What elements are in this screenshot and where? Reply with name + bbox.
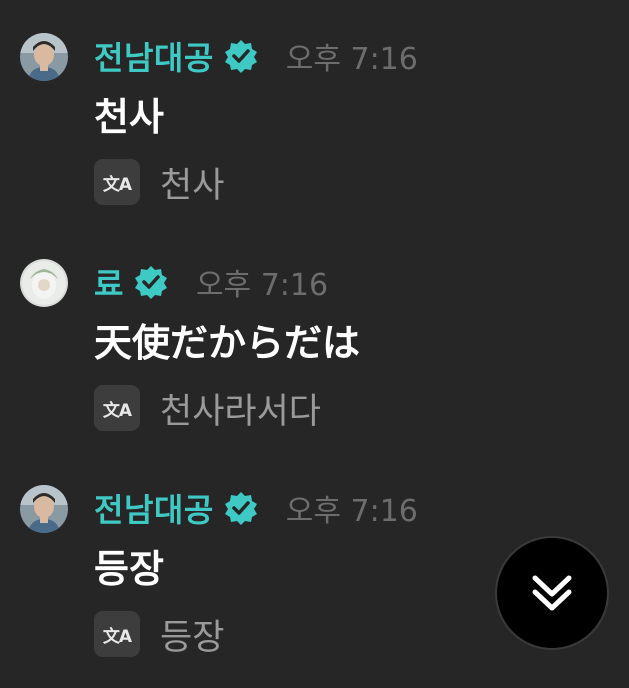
verified-badge-icon: [134, 265, 168, 299]
timestamp: 오후 7:16: [285, 494, 418, 529]
avatar[interactable]: [20, 33, 68, 81]
translate-icon[interactable]: 文A: [94, 611, 140, 657]
profile-photo-icon: [20, 259, 68, 307]
username[interactable]: 전남대공: [94, 33, 214, 79]
verified-badge-icon: [224, 491, 258, 525]
timestamp: 오후 7:16: [195, 268, 329, 303]
avatar[interactable]: [20, 485, 68, 533]
message-text: 천사: [94, 95, 164, 139]
translated-text: 천사라서다: [160, 391, 322, 432]
translation-row: 文A 천사: [94, 159, 224, 206]
username[interactable]: 전남대공: [94, 485, 214, 531]
avatar[interactable]: [20, 259, 68, 307]
translate-icon[interactable]: 文A: [94, 159, 140, 205]
translation-row: 文A 등장: [94, 611, 224, 658]
translated-text: 등장: [160, 617, 225, 658]
chat-message: 료 오후 7:16 天使だからだは 文A 천사라서다: [0, 226, 629, 446]
username[interactable]: 료: [94, 259, 124, 305]
message-text: 天使だからだは: [94, 321, 361, 365]
translated-text: 천사: [160, 165, 225, 206]
verified-badge-icon: [224, 39, 258, 73]
scroll-to-bottom-button[interactable]: [495, 536, 609, 650]
double-chevron-down-icon: [532, 575, 572, 611]
translation-row: 文A 천사라서다: [94, 385, 321, 432]
timestamp: 오후 7:16: [285, 42, 418, 77]
chat-message: 전남대공 오후 7:16 천사 文A 천사: [0, 0, 629, 220]
translate-icon[interactable]: 文A: [94, 385, 140, 431]
message-text: 등장: [94, 547, 164, 591]
profile-photo-icon: [20, 33, 68, 81]
profile-photo-icon: [20, 485, 68, 533]
